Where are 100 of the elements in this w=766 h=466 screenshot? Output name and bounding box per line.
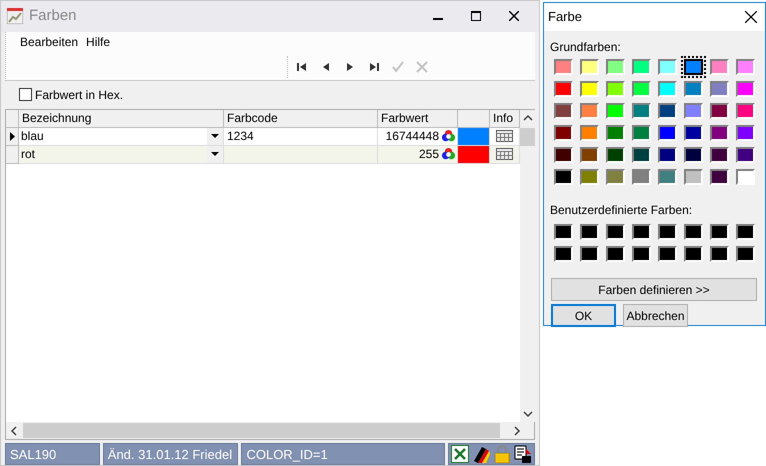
- color-swatch[interactable]: [710, 246, 729, 262]
- color-swatch[interactable]: [736, 224, 755, 240]
- color-swatch[interactable]: [684, 125, 703, 141]
- checkbox[interactable]: [19, 88, 32, 102]
- color-swatch[interactable]: [632, 103, 651, 119]
- color-swatch[interactable]: [710, 169, 729, 185]
- column-header: Farbwert: [378, 110, 458, 128]
- color-swatch[interactable]: [658, 169, 677, 185]
- color-swatch[interactable]: [658, 103, 677, 119]
- color-swatch[interactable]: [580, 81, 599, 97]
- color-swatch[interactable]: [632, 246, 651, 262]
- checkbox-label[interactable]: Farbwert in Hex.: [35, 86, 124, 104]
- color-wheel-icon[interactable]: [441, 146, 456, 162]
- color-swatch[interactable]: [658, 147, 677, 163]
- color-swatch[interactable]: [606, 224, 625, 240]
- color-swatch[interactable]: [580, 103, 599, 119]
- column-header: Bezeichnung: [19, 110, 224, 128]
- scrollbar-thumb[interactable]: [520, 128, 535, 146]
- column-header: Info: [490, 110, 520, 128]
- color-swatch[interactable]: [710, 224, 729, 240]
- row-indicator[interactable]: [6, 128, 19, 146]
- window-title: Farben: [29, 6, 77, 26]
- maximize-icon[interactable]: [471, 11, 481, 22]
- table-grid-icon[interactable]: [496, 130, 513, 142]
- section-label: Grundfarben:: [550, 39, 622, 56]
- dropdown-button[interactable]: [207, 128, 223, 145]
- status-field: SAL190: [5, 443, 100, 465]
- color-swatch[interactable]: [554, 147, 573, 163]
- color-swatch[interactable]: [736, 103, 755, 119]
- color-swatch[interactable]: [632, 224, 651, 240]
- table-cell: 255: [418, 146, 439, 163]
- ok-button[interactable]: OK: [551, 304, 616, 327]
- caret-icon: [211, 134, 219, 138]
- color-swatch[interactable]: [684, 81, 703, 97]
- color-swatch[interactable]: [736, 169, 755, 185]
- color-swatch[interactable]: [736, 81, 755, 97]
- flag-icon[interactable]: [472, 445, 490, 463]
- close-icon[interactable]: [745, 11, 757, 23]
- color-swatch[interactable]: [580, 125, 599, 141]
- color-swatch[interactable]: [684, 147, 703, 163]
- color-swatch[interactable]: [658, 125, 677, 141]
- color-swatch[interactable]: [554, 59, 573, 75]
- cancel-button[interactable]: Abbrechen: [623, 304, 688, 327]
- color-swatch[interactable]: [580, 246, 599, 262]
- menu-item[interactable]: Hilfe: [86, 34, 110, 50]
- color-swatch[interactable]: [554, 125, 573, 141]
- color-swatch[interactable]: [632, 147, 651, 163]
- color-swatch[interactable]: [736, 147, 755, 163]
- table-cell-text: rot: [20, 146, 36, 163]
- table-grid-icon[interactable]: [496, 148, 513, 160]
- color-swatch[interactable]: [606, 125, 625, 141]
- color-swatch[interactable]: [684, 224, 703, 240]
- color-swatch[interactable]: [736, 125, 755, 141]
- spreadsheet-icon[interactable]: [451, 445, 469, 463]
- status-field: Änd. 31.01.12 Friedel: [102, 443, 238, 465]
- close-icon[interactable]: [509, 11, 519, 22]
- color-swatch[interactable]: [580, 224, 599, 240]
- dropdown-button[interactable]: [207, 146, 223, 163]
- color-swatch[interactable]: [710, 147, 729, 163]
- color-swatch[interactable]: [632, 125, 651, 141]
- document-save-icon[interactable]: [514, 445, 532, 463]
- color-swatch[interactable]: [710, 125, 729, 141]
- color-swatch[interactable]: [580, 147, 599, 163]
- color-swatch[interactable]: [580, 59, 599, 75]
- color-swatch[interactable]: [684, 169, 703, 185]
- color-swatch[interactable]: [710, 59, 729, 75]
- color-swatch[interactable]: [606, 59, 625, 75]
- color-swatch[interactable]: [554, 103, 573, 119]
- column-header: [458, 110, 490, 128]
- color-swatch[interactable]: [710, 81, 729, 97]
- color-swatch[interactable]: [736, 59, 755, 75]
- color-swatch[interactable]: [606, 169, 625, 185]
- column-header: Farbcode: [224, 110, 378, 128]
- color-swatch[interactable]: [710, 103, 729, 119]
- color-swatch[interactable]: [736, 246, 755, 262]
- color-swatch[interactable]: [658, 81, 677, 97]
- color-swatch[interactable]: [554, 224, 573, 240]
- color-swatch[interactable]: [606, 147, 625, 163]
- color-swatch[interactable]: [658, 59, 677, 75]
- color-swatch[interactable]: [632, 81, 651, 97]
- color-swatch[interactable]: [554, 246, 573, 262]
- color-swatch[interactable]: [684, 103, 703, 119]
- scrollbar-thumb[interactable]: [23, 423, 500, 438]
- color-swatch[interactable]: [658, 246, 677, 262]
- color-swatch[interactable]: [606, 246, 625, 262]
- color-swatch[interactable]: [554, 169, 573, 185]
- color-swatch[interactable]: [606, 81, 625, 97]
- color-swatch[interactable]: [606, 103, 625, 119]
- color-wheel-icon[interactable]: [441, 128, 456, 144]
- current-row-icon: [10, 132, 14, 141]
- color-swatch[interactable]: [632, 59, 651, 75]
- color-swatch[interactable]: [632, 169, 651, 185]
- menu-item[interactable]: Bearbeiten: [20, 34, 78, 50]
- color-swatch[interactable]: [580, 169, 599, 185]
- define-colors-button[interactable]: Farben definieren >>: [551, 278, 757, 301]
- color-swatch[interactable]: [658, 224, 677, 240]
- color-swatch[interactable]: [684, 59, 703, 75]
- app-icon: [7, 8, 23, 24]
- color-swatch[interactable]: [554, 81, 573, 97]
- color-swatch[interactable]: [684, 246, 703, 262]
